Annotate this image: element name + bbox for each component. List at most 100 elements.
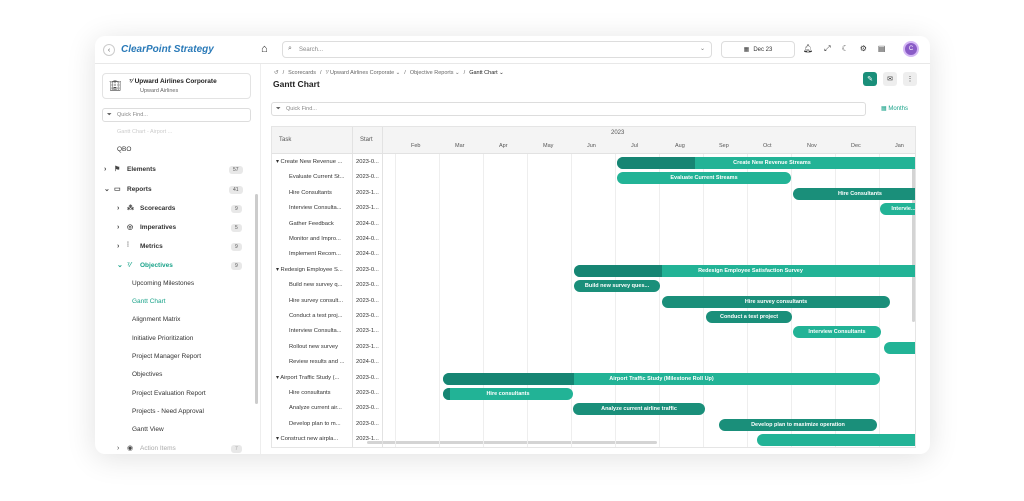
comments-button[interactable]: ✉ (883, 72, 897, 86)
sidebar-item-metrics[interactable]: › ⫶ Metrics (117, 242, 163, 250)
gantt-task-row[interactable]: Implement Recom... (289, 251, 341, 257)
gantt-bar[interactable]: Hire Consultants (793, 187, 915, 200)
gantt-task-row[interactable]: Build new survey q... (289, 282, 343, 288)
gantt-bar[interactable] (757, 434, 915, 447)
gantt-task-row[interactable]: Interview Consulta... (289, 328, 342, 334)
gantt-task-row[interactable]: Rollout new survey (289, 344, 338, 350)
sidebar-item-reports[interactable]: ⌄ ▭ Reports (104, 185, 152, 194)
search-input[interactable]: ⌕ Search... ⌄ (282, 41, 712, 58)
gantt-task-row[interactable]: Evaluate Current St... (289, 174, 344, 180)
sidebar-quick-find[interactable]: ⏷ Quick Find... (102, 108, 251, 122)
gantt-task-row[interactable]: Conduct a test proj... (289, 313, 343, 319)
month-label: Oct (763, 143, 772, 149)
task-column-header: Task (279, 137, 292, 143)
org-selector[interactable]: 🏢︎ ⁷⁄ Upward Airlines Corporate Upward A… (102, 73, 251, 99)
gantt-bar[interactable]: Build new survey ques... (574, 280, 660, 293)
breadcrumb-objective-reports[interactable]: Objective Reports ⌄ (410, 70, 460, 76)
gantt-bar-label: Redesign Employee Satisfaction Survey (698, 267, 803, 274)
vertical-scrollbar[interactable] (912, 162, 915, 322)
gantt-task-row[interactable]: Analyze current air... (289, 405, 342, 411)
gantt-start-cell: 2024-0... (356, 220, 379, 227)
gantt-bar[interactable]: Intervie... (880, 203, 915, 216)
gantt-group-row[interactable]: ▾ Airport Traffic Study (... (276, 375, 339, 381)
month-label: Apr (499, 143, 508, 149)
start-column-header: Start (360, 137, 373, 143)
gantt-task-row[interactable]: Gather Feedback (289, 221, 334, 227)
pencil-icon: ✎ (867, 76, 873, 83)
gantt-quick-find[interactable]: ⏷ Quick Find... (271, 102, 866, 116)
sidebar-item-objectives-report[interactable]: Objectives (132, 371, 162, 378)
breadcrumb-current[interactable]: Gantt Chart ⌄ (469, 70, 504, 76)
bell-icon[interactable]: 🔔︎ (803, 44, 813, 54)
gantt-bar[interactable]: Redesign Employee Satisfaction Survey (574, 264, 915, 277)
sidebar-item-scorecards[interactable]: › ⁂ Scorecards (117, 204, 175, 213)
gantt-bar[interactable]: Evaluate Current Streams (617, 172, 791, 185)
gantt-task-row[interactable]: Hire survey consult... (289, 298, 343, 304)
edit-button[interactable]: ✎ (863, 72, 877, 86)
gantt-start-cell: 2023-0... (356, 174, 379, 181)
column-separator (352, 127, 353, 447)
sidebar-item-action-items[interactable]: › ◉ Action Items (117, 444, 176, 453)
month-gridline (439, 154, 440, 447)
moon-icon[interactable]: ☾ (842, 44, 849, 54)
gantt-bar[interactable]: Airport Traffic Study (Milestone Roll Up… (443, 372, 880, 385)
reports-count: 41 (229, 186, 243, 194)
gantt-task-row[interactable]: Hire consultants (289, 390, 331, 396)
sidebar-item-elements[interactable]: › ⚑ Elements (104, 165, 156, 174)
gantt-bar[interactable]: Conduct a test project (706, 311, 792, 323)
sidebar-item-gantt-chart[interactable]: Gantt Chart (132, 298, 166, 305)
gantt-bar[interactable]: Create New Revenue Streams (617, 157, 915, 169)
gantt-task-row[interactable]: Interview Consulta... (289, 205, 342, 211)
gantt-bar[interactable]: Hire consultants (443, 388, 573, 400)
date-selector[interactable]: ▦ Dec 23 (721, 41, 795, 58)
sidebar-item-projects-need-approval[interactable]: Projects - Need Approval (132, 408, 204, 415)
imperatives-icon: ◎ (127, 224, 134, 231)
sidebar-item-initiative-prioritization[interactable]: Initiative Prioritization (132, 335, 193, 342)
gantt-group-row[interactable]: ▾ Redesign Employee S... (276, 267, 343, 273)
gantt-bar[interactable]: Hire survey consultants (662, 295, 890, 308)
gantt-group-row[interactable]: ▾ Construct new airpla... (276, 436, 338, 442)
horizontal-scrollbar[interactable] (367, 441, 657, 444)
sidebar-item-project-manager-report[interactable]: Project Manager Report (132, 353, 201, 360)
metrics-icon: ⫶ (127, 242, 129, 249)
gantt-bar[interactable]: Develop plan to maximize operation (719, 418, 877, 431)
avatar[interactable]: C (903, 41, 919, 57)
sidebar-item-alignment-matrix[interactable]: Alignment Matrix (132, 316, 180, 323)
sidebar-item-objectives[interactable]: ⌄ ⁷⁄ Objectives (117, 261, 173, 270)
chevron-right-icon: › (117, 242, 120, 250)
sidebar-item-gantt-view[interactable]: Gantt View (132, 426, 164, 433)
gantt-task-row[interactable]: Hire Consultants (289, 190, 332, 196)
home-icon[interactable]: ⌂ (261, 43, 273, 55)
comment-icon: ✉ (887, 76, 893, 83)
sidebar-item-imperatives[interactable]: › ◎ Imperatives (117, 223, 176, 232)
breadcrumb-org[interactable]: ⁷⁄ Upward Airlines Corporate ⌄ (326, 70, 401, 76)
sidebar-faded-item: Gantt Chart - Airport ... (117, 129, 173, 135)
view-mode-button[interactable]: ▦ Months (881, 105, 908, 112)
gantt-bar[interactable] (884, 341, 915, 354)
breadcrumb-scorecards[interactable]: Scorecards (288, 70, 316, 76)
sidebar-item-project-evaluation-report[interactable]: Project Evaluation Report (132, 390, 206, 397)
sidebar: 🏢︎ ⁷⁄ Upward Airlines Corporate Upward A… (95, 64, 261, 454)
gear-icon[interactable]: ⚙ (860, 44, 867, 54)
expand-icon[interactable]: ⤢ (824, 44, 830, 54)
gantt-group-row[interactable]: ▾ Create New Revenue ... (276, 159, 342, 165)
gantt-task-row[interactable]: Monitor and Impro... (289, 236, 341, 242)
collapse-icon[interactable]: ‹ (103, 44, 115, 56)
month-label: Jul (631, 143, 639, 149)
history-icon[interactable]: ↺ (274, 70, 279, 76)
sidebar-item-qbo[interactable]: QBO (117, 146, 131, 153)
more-options-button[interactable]: ⋮ (903, 72, 917, 86)
sidebar-item-upcoming-milestones[interactable]: Upcoming Milestones (132, 280, 194, 287)
chat-icon[interactable]: ▤ (878, 44, 886, 54)
gantt-bar-label: Build new survey ques... (584, 283, 650, 290)
reports-icon: ▭ (114, 186, 121, 193)
gantt-bar[interactable]: Interview Consultants (793, 326, 881, 339)
gantt-bar[interactable]: Analyze current airline traffic (573, 403, 705, 416)
gantt-chart: Task Start 2023 Feb Mar Apr May Jun Jul Aug Sep… (271, 126, 916, 448)
app-logo: ClearPoint Strategy (121, 44, 214, 55)
gantt-bar-label: Interview Consultants (808, 329, 866, 336)
sidebar-scrollbar[interactable] (255, 194, 258, 404)
month-label: Aug (675, 143, 685, 149)
gantt-task-row[interactable]: Develop plan to m... (289, 421, 341, 427)
gantt-task-row[interactable]: Review results and ... (289, 359, 344, 365)
